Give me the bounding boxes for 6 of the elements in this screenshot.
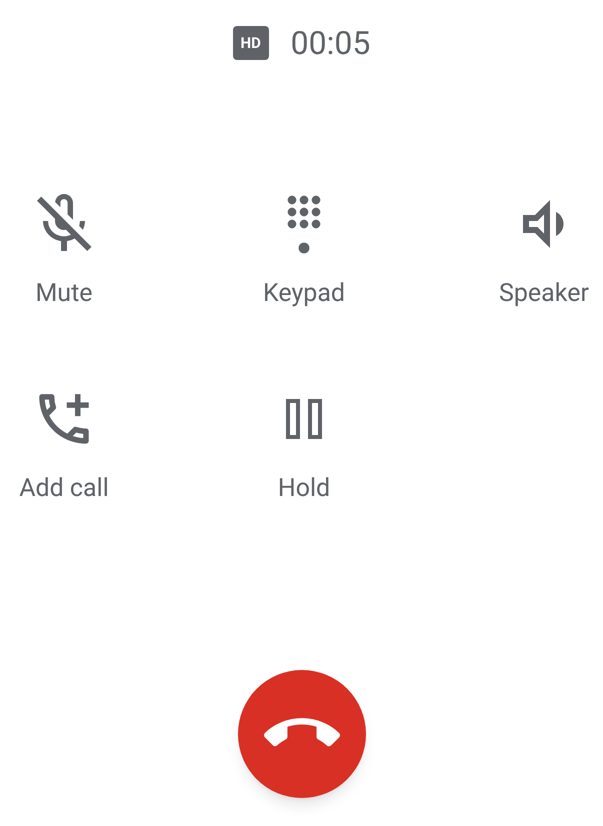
hd-badge: HD	[232, 26, 269, 60]
speaker-button[interactable]: Speaker	[485, 174, 603, 312]
hold-button[interactable]: Hold	[245, 368, 363, 507]
call-timer: 00:05	[290, 23, 370, 64]
keypad-button[interactable]: Keypad	[245, 174, 363, 312]
mute-button[interactable]: Mute	[5, 174, 123, 312]
